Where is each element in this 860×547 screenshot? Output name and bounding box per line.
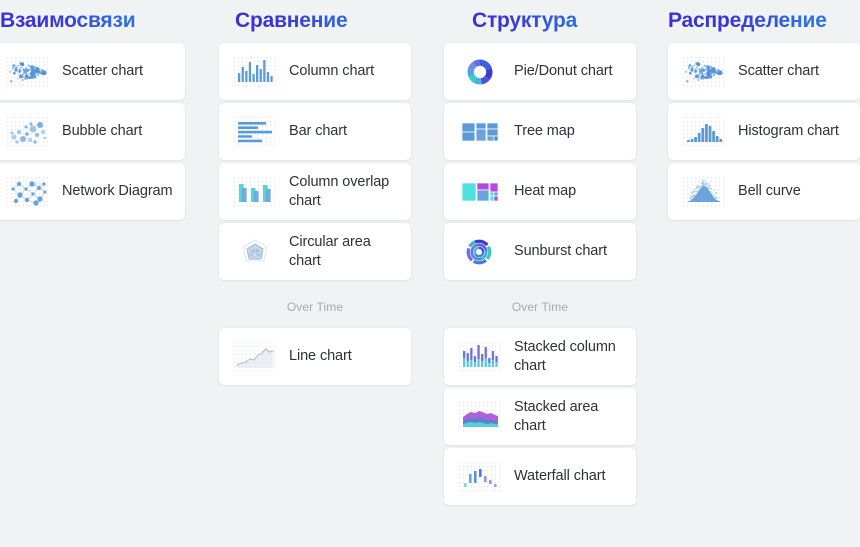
waterfall-chart-icon	[458, 460, 502, 494]
chart-type-card[interactable]: Scatter chart	[668, 43, 860, 100]
chart-type-card[interactable]: Circular area chart	[219, 223, 411, 280]
chart-type-label: Waterfall chart	[514, 468, 606, 484]
stacked-area-chart-icon	[458, 400, 502, 434]
chart-type-card[interactable]: Sunburst chart	[444, 223, 636, 280]
chart-type-list: Scatter chart Histogram chart Bell curve	[668, 43, 860, 220]
chart-type-label: Stacked column chart	[514, 338, 616, 374]
chart-type-label: Scatter chart	[738, 63, 819, 79]
scatter-chart-icon	[682, 55, 726, 89]
line-chart-icon	[233, 340, 277, 374]
chart-type-card[interactable]: Waterfall chart	[444, 448, 636, 505]
category-title: Взаимосвязи	[0, 0, 185, 34]
chart-type-card[interactable]: Line chart	[219, 328, 411, 385]
chart-type-card[interactable]: Column overlap chart	[219, 163, 411, 220]
chart-type-list: Scatter chart Bubble chart Network Diagram	[0, 43, 185, 220]
category-column: Структура Pie/Donut chart Tree map Heat map…	[444, 0, 636, 508]
pie-donut-chart-icon	[458, 55, 502, 89]
bell-curve-icon	[682, 175, 726, 209]
category-title: Распределение	[668, 0, 860, 34]
chart-type-label: Bell curve	[738, 183, 801, 199]
chart-type-card[interactable]: Bar chart	[219, 103, 411, 160]
chart-type-list-over-time: Line chart	[219, 328, 411, 385]
chart-type-list: Pie/Donut chart Tree map Heat map Sunburst …	[444, 43, 636, 280]
stacked-column-chart-icon	[458, 340, 502, 374]
category-title: Структура	[444, 0, 636, 34]
tree-map-icon	[458, 115, 502, 149]
chart-type-card[interactable]: Bell curve	[668, 163, 860, 220]
chart-type-card[interactable]: Stacked column chart	[444, 328, 636, 385]
chart-type-label: Column chart	[289, 63, 375, 79]
chart-type-card[interactable]: Network Diagram	[0, 163, 185, 220]
chart-type-label: Stacked area chart	[514, 398, 599, 434]
sunburst-chart-icon	[458, 235, 502, 269]
chart-type-label: Bar chart	[289, 123, 347, 139]
chart-type-label: Network Diagram	[62, 183, 173, 199]
chart-type-picker: Взаимосвязи Scatter chart Bubble chart Netw…	[0, 0, 860, 547]
bar-chart-icon	[233, 115, 277, 149]
chart-type-card[interactable]: Histogram chart	[668, 103, 860, 160]
chart-type-list-over-time: Stacked column chart Stacked area chart Wa…	[444, 328, 636, 505]
histogram-chart-icon	[682, 115, 726, 149]
chart-type-label: Line chart	[289, 348, 352, 364]
chart-type-card[interactable]: Tree map	[444, 103, 636, 160]
circular-area-chart-icon	[233, 235, 277, 269]
subsection-heading: Over Time	[511, 300, 569, 314]
chart-type-list: Column chart Bar chart Column overlap char…	[219, 43, 411, 280]
heat-map-icon	[458, 175, 502, 209]
chart-type-label: Pie/Donut chart	[514, 63, 613, 79]
category-column: Распределение Scatter chart Histogram char…	[668, 0, 860, 223]
column-chart-icon	[233, 55, 277, 89]
chart-type-label: Column overlap chart	[289, 173, 390, 209]
category-column: Взаимосвязи Scatter chart Bubble chart Netw…	[0, 0, 185, 223]
chart-type-card[interactable]: Scatter chart	[0, 43, 185, 100]
chart-type-label: Heat map	[514, 183, 577, 199]
category-column: Сравнение Column chart Bar chart Column ove…	[219, 0, 411, 388]
chart-type-label: Histogram chart	[738, 123, 839, 139]
chart-type-label: Tree map	[514, 123, 575, 139]
chart-type-card[interactable]: Stacked area chart	[444, 388, 636, 445]
category-title: Сравнение	[219, 0, 411, 34]
column-overlap-chart-icon	[233, 175, 277, 209]
chart-type-card[interactable]: Bubble chart	[0, 103, 185, 160]
chart-type-label: Sunburst chart	[514, 243, 607, 259]
scatter-chart-icon	[6, 55, 50, 89]
chart-type-label: Scatter chart	[62, 63, 143, 79]
chart-type-label: Circular area chart	[289, 233, 371, 269]
chart-type-label: Bubble chart	[62, 123, 143, 139]
network-diagram-icon	[6, 175, 50, 209]
chart-type-card[interactable]: Heat map	[444, 163, 636, 220]
subsection-heading: Over Time	[286, 300, 344, 314]
bubble-chart-icon	[6, 115, 50, 149]
chart-type-card[interactable]: Column chart	[219, 43, 411, 100]
chart-type-card[interactable]: Pie/Donut chart	[444, 43, 636, 100]
